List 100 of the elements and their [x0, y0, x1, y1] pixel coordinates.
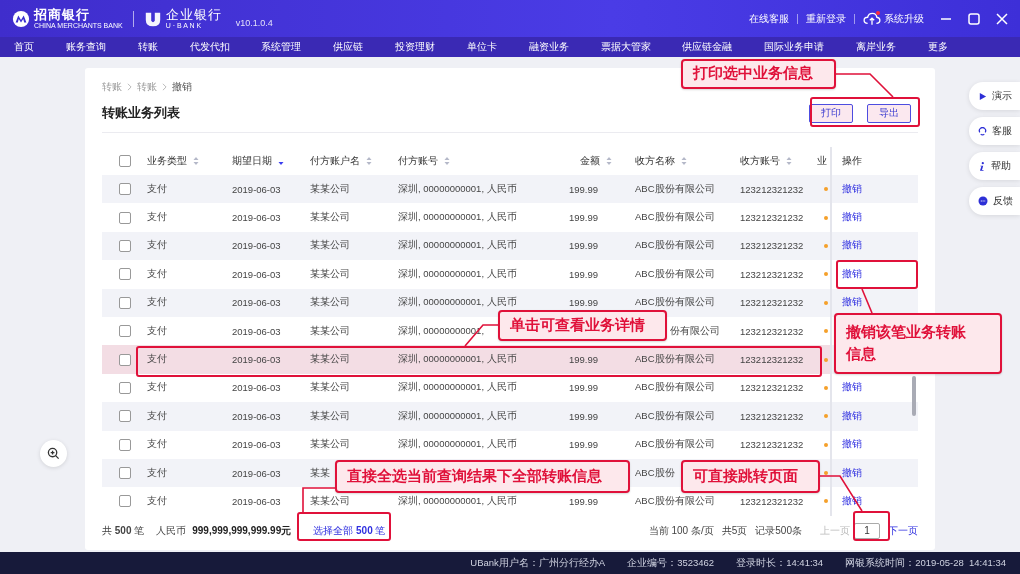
table-cell: ABC股份有限公司: [635, 409, 715, 423]
table-cell: 某某公司: [310, 324, 350, 338]
table-cell: 123212321232: [740, 268, 804, 280]
table-cell: 某某公司: [310, 296, 350, 310]
table-cell: ABC股份有限公司: [635, 239, 715, 253]
table-cell: 某某公司: [310, 353, 350, 367]
table-cell: 123212321232: [740, 382, 804, 394]
table-cell: 2019-06-03: [232, 467, 281, 479]
table-cell: 2019-06-03: [232, 410, 281, 422]
table-cell: 123212321232: [740, 439, 804, 451]
table-cell: 199.99: [568, 297, 598, 309]
table-cell: 123212321232: [740, 496, 804, 507]
page-size-label: 当前 100 条/页: [648, 523, 714, 538]
table-cell: 2019-06-03: [232, 325, 281, 337]
table-cell: 支付: [147, 438, 167, 452]
table-cell: 深圳, 00000000001, 人民币: [398, 239, 517, 253]
table-cell: 199.99: [568, 268, 598, 280]
table-cell: ABC股份有限公司: [635, 353, 715, 367]
callout-tooltip: 直接全选当前查询结果下全部转账信息: [335, 460, 630, 493]
table-cell: ABC股份有限公司: [635, 495, 715, 508]
table-cell: 199.99: [568, 439, 598, 451]
table-cell: 深圳, 00000000001, 人民币: [398, 438, 517, 452]
table-cell: ABC股份: [635, 466, 675, 480]
table-cell: 深圳, 00000000001, 人民币: [398, 182, 517, 196]
table-cell: 123212321232: [740, 183, 804, 195]
table-cell: 某某公司: [310, 381, 350, 395]
table-cell: 123212321232: [740, 240, 804, 252]
column-header: 付方账号: [398, 154, 438, 168]
table-cell: 支付: [147, 267, 167, 281]
table-cell: 深圳, 00000000001, 人民币: [398, 495, 517, 508]
table-cell: ABC股份有限公司: [635, 438, 715, 452]
table-cell: ABC股份有限公司: [635, 211, 715, 225]
table-cell: 支付: [147, 182, 167, 196]
callout-tooltip: 撤销该笔业务转账信息: [834, 313, 1002, 374]
column-header: 业务类型: [147, 154, 187, 168]
table-cell: 支付: [147, 296, 167, 310]
table-cell: 支付: [147, 211, 167, 225]
table-cell: 2019-06-03: [232, 268, 281, 280]
table-cell: 2019-06-03: [232, 382, 281, 394]
table-cell: 199.99: [568, 382, 598, 394]
table-cell: ABC股份有限公司: [635, 296, 715, 310]
column-header: 收方名称: [635, 154, 675, 168]
table-cell: ABC股份有限公司: [635, 381, 715, 395]
version-label: v10.1.0.4: [235, 17, 273, 28]
table-cell: 份有限公司: [670, 324, 720, 338]
breadcrumb-item: 撤销: [172, 80, 192, 94]
page-count: 共5页: [721, 523, 748, 538]
table-cell: 某某公司: [310, 239, 350, 253]
table-cell: 2019-06-03: [232, 297, 281, 309]
record-total: 记录500条: [755, 523, 802, 538]
table-cell: 199.99: [568, 496, 598, 507]
status-text: 网银系统时间：2019-05-28 14:41:34: [845, 556, 1006, 570]
table-cell: 199.99: [568, 410, 598, 422]
status-text: 企业编号：3523462: [627, 556, 715, 570]
column-header: 期望日期: [232, 154, 272, 168]
table-cell: 123212321232: [740, 354, 804, 366]
table-cell: 2019-06-03: [232, 183, 281, 195]
table-cell: ABC股份有限公司: [635, 267, 715, 281]
table-cell: 199.99: [568, 354, 598, 366]
total-amount: 999,999,999,999.99元: [192, 523, 292, 538]
column-header: 收方账号: [740, 154, 780, 168]
status-text: UBank用户名：广州分行经办A: [470, 556, 606, 570]
table-cell: 某某: [310, 466, 330, 480]
table-cell: 深圳, 00000000001, 人民币: [398, 353, 517, 367]
column-header: 金额: [580, 154, 600, 168]
table-cell: 某某公司: [310, 409, 350, 423]
table-cell: 某某公司: [310, 267, 350, 281]
table-cell: 深圳, 00000000001, 人民币: [398, 211, 517, 225]
table-cell: 支付: [147, 324, 167, 338]
record-count: 共 500 笔: [102, 523, 145, 538]
column-header: 付方账户名: [310, 154, 360, 168]
table-cell: 2019-06-03: [232, 354, 281, 366]
table-cell: 2019-06-03: [232, 496, 281, 507]
table-cell: 2019-06-03: [232, 212, 281, 224]
callout-tooltip: 打印选中业务信息: [681, 59, 836, 89]
table-cell: 123212321232: [740, 212, 804, 224]
table-cell: 某某公司: [310, 495, 350, 508]
table-cell: 123212321232: [740, 410, 804, 422]
table-cell: 深圳, 00000000001, 人民币: [398, 267, 517, 281]
column-header: 操作: [842, 154, 862, 168]
table-cell: 199.99: [568, 240, 598, 252]
table-cell: 支付: [147, 381, 167, 395]
table-cell: 深圳, 00000000001, 人民币: [398, 296, 517, 310]
table-cell: 某某公司: [310, 182, 350, 196]
table-cell: 某某公司: [310, 438, 350, 452]
table-cell: 支付: [147, 239, 167, 253]
table-cell: 199.99: [568, 212, 598, 224]
bank-name: 招商银行: [34, 8, 91, 21]
table-cell: 某某公司: [310, 211, 350, 225]
page-title: 转账业务列表: [102, 104, 180, 122]
column-header: 业: [817, 154, 827, 168]
table-cell: 2019-06-03: [232, 240, 281, 252]
table-cell: ABC股份有限公司: [635, 182, 715, 196]
table-cell: 支付: [147, 466, 167, 480]
table-cell: 支付: [147, 495, 167, 508]
currency-label: 人民币: [156, 523, 187, 538]
product-name: 企业银行: [165, 8, 222, 21]
table-cell: 深圳, 00000000001, 人民币: [398, 409, 517, 423]
table-cell: 支付: [147, 409, 167, 423]
callout-tooltip: 可直接跳转页面: [681, 460, 820, 493]
